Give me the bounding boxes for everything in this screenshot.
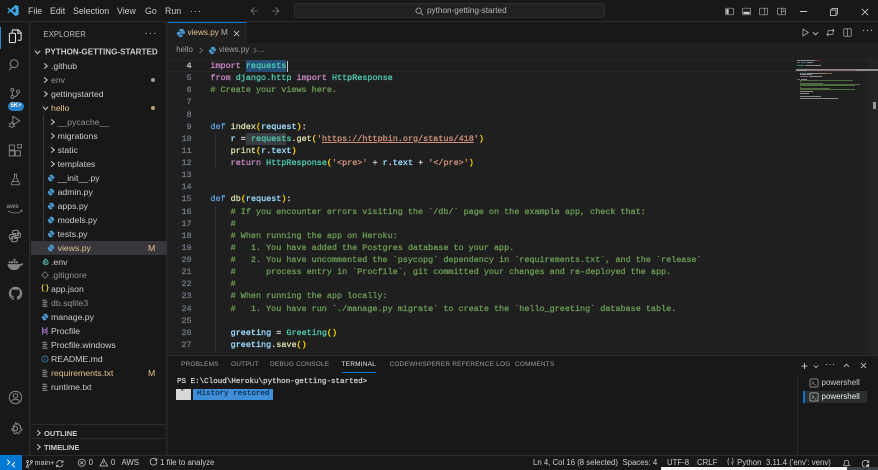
svg-text:aws: aws <box>7 203 20 210</box>
